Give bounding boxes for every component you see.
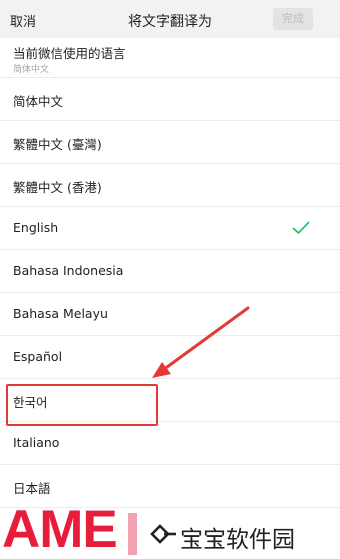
language-item-simplified-chinese[interactable]: 简体中文 (0, 78, 340, 121)
watermark-logo-bar (128, 513, 137, 555)
language-item-indonesian[interactable]: Bahasa Indonesia (0, 250, 340, 293)
checkmark-icon (292, 221, 310, 234)
language-item-italian[interactable]: Italiano (0, 422, 340, 465)
language-label: 当前微信使用的语言 (13, 46, 126, 61)
language-label: 日本語 (13, 481, 51, 496)
language-item-current[interactable]: 当前微信使用的语言 简体中文 (0, 38, 340, 78)
annotation-highlight-box (6, 384, 158, 426)
top-bar: 取消 将文字翻译为 完成 (0, 0, 340, 38)
language-item-malay[interactable]: Bahasa Melayu (0, 293, 340, 336)
watermark-footer: AME 宝宝软件园 (0, 500, 340, 559)
language-item-english[interactable]: English (0, 207, 340, 250)
language-label: Español (13, 349, 63, 364)
language-label: 繁體中文 (臺灣) (13, 137, 102, 152)
watermark-logo: AME (2, 500, 118, 559)
language-list: 当前微信使用的语言 简体中文 简体中文 繁體中文 (臺灣) 繁體中文 (香港) … (0, 38, 340, 508)
language-label: Italiano (13, 435, 60, 450)
language-label: 繁體中文 (香港) (13, 180, 102, 195)
language-label: 简体中文 (13, 94, 64, 109)
language-sublabel: 简体中文 (13, 65, 50, 75)
language-item-spanish[interactable]: Español (0, 336, 340, 379)
done-button[interactable]: 完成 (273, 8, 313, 30)
language-item-traditional-chinese-hongkong[interactable]: 繁體中文 (香港) (0, 164, 340, 207)
language-label: English (13, 220, 59, 235)
brand-diamond-icon (150, 524, 176, 544)
language-item-traditional-chinese-taiwan[interactable]: 繁體中文 (臺灣) (0, 121, 340, 164)
watermark-site-name: 宝宝软件园 (180, 527, 295, 553)
language-label: Bahasa Indonesia (13, 263, 124, 278)
language-label: Bahasa Melayu (13, 306, 108, 321)
